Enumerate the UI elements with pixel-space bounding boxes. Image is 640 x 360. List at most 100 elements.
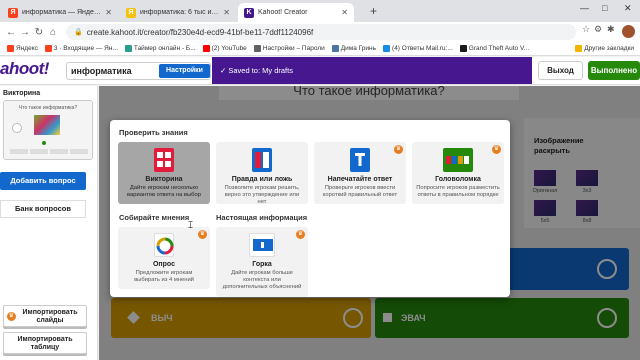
- forward-arrow-icon[interactable]: →: [18, 27, 32, 38]
- option-name: Горка: [252, 261, 272, 268]
- done-button[interactable]: Выполнено: [588, 61, 640, 80]
- yandex-favicon-icon: Я: [8, 7, 18, 18]
- bookmark-favicon-icon: [383, 45, 391, 52]
- bookmark-favicon-icon: [331, 45, 339, 52]
- puzzle-extensions-icon[interactable]: ✱: [607, 24, 615, 35]
- close-window-button[interactable]: ✕: [624, 3, 632, 14]
- answer-placeholder: [70, 149, 88, 154]
- option-true-false[interactable]: Правда или ложь Позволите игрокам решить…: [216, 142, 308, 205]
- bookmark-gta[interactable]: Grand Theft Auto V...: [459, 45, 530, 52]
- bookmark-timer[interactable]: Таймер онлайн - Б...: [124, 45, 196, 52]
- question-thumbnail[interactable]: Что такое информатика?: [3, 100, 93, 160]
- close-tab-icon[interactable]: ✕: [341, 8, 348, 17]
- bookmark-label: 3 · Входящие — Ян...: [53, 45, 118, 52]
- option-desc: Предложите игрокам выбирать из 4 мнений: [134, 270, 194, 283]
- bookmark-favicon-icon: [124, 45, 132, 52]
- tab-title: информатика: 6 тыс изображе: [140, 9, 219, 16]
- question-preview-text: Что такое информатика?: [18, 105, 78, 111]
- address-bar-row: ← → ↻ ⌂ 🔒 create.kahoot.it/creator/fb230…: [0, 22, 640, 42]
- home-icon[interactable]: ⌂: [46, 27, 60, 38]
- slide-icon: [249, 233, 275, 257]
- reload-icon[interactable]: ↻: [32, 27, 46, 38]
- bookmark-label: Grand Theft Auto V...: [468, 45, 530, 52]
- bookmark-favicon-icon: [7, 45, 14, 52]
- browser-tab-kahoot[interactable]: K Kahoot! Creator ✕: [238, 3, 354, 22]
- add-question-button[interactable]: Добавить вопрос: [0, 172, 86, 190]
- section-present-info: Настоящая информация: [216, 213, 308, 222]
- bookmark-favicon-icon: [44, 45, 52, 52]
- new-tab-button[interactable]: +: [370, 4, 377, 18]
- timer-icon: [12, 123, 22, 133]
- bookmark-inbox[interactable]: 3 · Входящие — Ян...: [44, 45, 118, 52]
- crown-icon: ♛: [198, 230, 207, 239]
- crown-icon: ♛: [7, 312, 16, 321]
- tab-title: Kahoot! Creator: [258, 9, 308, 16]
- correct-answer-dot: [42, 141, 46, 145]
- option-name: Правда или ложь: [231, 176, 293, 183]
- profile-avatar[interactable]: [622, 25, 635, 38]
- option-desc: Проверьте игроков ввести короткий правил…: [322, 185, 398, 198]
- answer-placeholder: [10, 149, 28, 154]
- exit-button[interactable]: Выход: [538, 61, 583, 80]
- puzzle-icon: [443, 148, 473, 172]
- import-table-label: Импортировать таблицу: [17, 336, 73, 351]
- bookmarks-bar: Яндекс 3 · Входящие — Ян... Таймер онлай…: [0, 42, 640, 56]
- section-collect-opinions: Собирайте мнения: [119, 213, 190, 222]
- minimize-button[interactable]: —: [580, 3, 589, 13]
- answer-placeholder: [50, 149, 68, 154]
- bookmark-vk[interactable]: Дима Гринь: [331, 45, 377, 52]
- question-image-thumbnail: [34, 115, 60, 135]
- url-text: create.kahoot.it/creator/fb230e4d-ecd9-4…: [86, 27, 314, 37]
- option-desc: Дайте игрокам несколько вариантов ответа…: [127, 185, 201, 198]
- poll-icon: [154, 233, 174, 257]
- bookmark-label: (2) YouTube: [211, 45, 247, 52]
- option-name: Головоломка: [435, 176, 481, 183]
- option-desc: Попросите игроков разместить ответы в пр…: [416, 185, 500, 198]
- section-test-knowledge: Проверить знания: [119, 128, 188, 137]
- lock-icon: 🔒: [74, 29, 83, 36]
- back-arrow-icon[interactable]: ←: [4, 27, 18, 38]
- star-icon[interactable]: ☆: [582, 24, 590, 35]
- kahoot-logo[interactable]: ahoot!: [0, 59, 49, 79]
- question-bank-button[interactable]: Банк вопросов: [0, 200, 86, 218]
- bookmark-youtube[interactable]: (2) YouTube: [202, 45, 247, 52]
- bookmark-other[interactable]: Другие закладки: [575, 45, 634, 52]
- answer-placeholder: [30, 149, 48, 154]
- option-name: Опрос: [152, 261, 176, 268]
- browser-tab-yandex-search[interactable]: Я информатика — Яндекс: нашл ✕: [2, 3, 118, 22]
- bookmark-label: (4) Ответы Mail.ru:...: [392, 45, 453, 52]
- option-slide[interactable]: ♛ Горка Дайте игрокам больше контекста и…: [216, 227, 308, 297]
- bookmark-yandex[interactable]: Яндекс: [7, 45, 38, 52]
- option-quiz[interactable]: Викторина Дайте игрокам несколько вариан…: [118, 142, 210, 204]
- option-poll[interactable]: ♛ Опрос Предложите игрокам выбирать из 4…: [118, 227, 210, 289]
- bookmark-label: Яндекс: [16, 45, 38, 52]
- bookmark-mailru[interactable]: (4) Ответы Mail.ru:...: [383, 45, 453, 52]
- option-type-answer[interactable]: ♛ Напечатайте ответ Проверьте игроков вв…: [314, 142, 406, 204]
- images-favicon-icon: Я: [126, 7, 136, 18]
- url-field[interactable]: 🔒 create.kahoot.it/creator/fb230e4d-ecd9…: [66, 24, 576, 40]
- close-tab-icon[interactable]: ✕: [105, 8, 112, 17]
- import-table-button[interactable]: Импортировать таблицу: [3, 332, 87, 354]
- crown-icon: ♛: [394, 145, 403, 154]
- crown-icon: ♛: [296, 230, 305, 239]
- kahoot-header: ahoot! информатика Настройки ✓ Saved to:…: [0, 57, 640, 85]
- title-value: информатика: [71, 66, 132, 76]
- option-puzzle[interactable]: ♛ Головоломка Попросите игроков размести…: [412, 142, 504, 204]
- maximize-button[interactable]: □: [602, 3, 607, 13]
- extension-icon[interactable]: ⚙: [594, 24, 602, 35]
- bookmark-label: Дима Гринь: [340, 45, 377, 52]
- option-name: Напечатайте ответ: [327, 176, 393, 183]
- kahoot-favicon-icon: K: [244, 7, 254, 18]
- bookmark-favicon-icon: [253, 45, 261, 52]
- bookmark-favicon-icon: [459, 45, 467, 52]
- import-slides-button[interactable]: ♛ Импортировать слайды: [3, 305, 87, 327]
- mouse-cursor-icon: 𝙸: [187, 220, 195, 231]
- settings-button[interactable]: Настройки: [159, 64, 210, 78]
- bookmark-passwords[interactable]: Настройки – Пароли: [253, 45, 325, 52]
- bookmark-label: Настройки – Пароли: [262, 45, 325, 52]
- browser-tab-yandex-images[interactable]: Я информатика: 6 тыс изображе ✕: [120, 3, 236, 22]
- folder-icon: [575, 45, 583, 52]
- close-tab-icon[interactable]: ✕: [223, 8, 230, 17]
- true-false-icon: [252, 148, 272, 172]
- crown-icon: ♛: [492, 145, 501, 154]
